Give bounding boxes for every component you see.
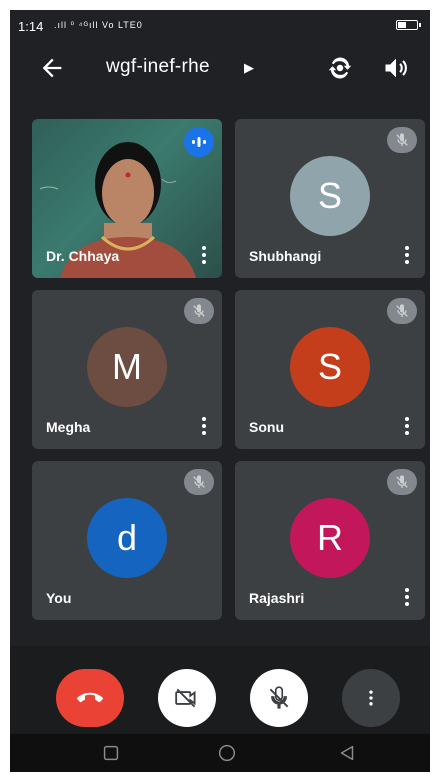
meeting-code[interactable]: wgf-inef-rhe bbox=[106, 56, 210, 78]
participant-name: Dr. Chhaya bbox=[46, 248, 120, 264]
caret-right-icon[interactable]: ▶ bbox=[244, 60, 254, 76]
back-icon[interactable] bbox=[336, 742, 358, 764]
more-options-button[interactable] bbox=[342, 669, 400, 727]
participant-more-options-icon[interactable] bbox=[403, 417, 411, 437]
participant-tile[interactable]: R Rajashri bbox=[235, 461, 425, 620]
mic-muted-icon bbox=[184, 469, 214, 495]
participant-more-options-icon[interactable] bbox=[200, 417, 208, 437]
participant-more-options-icon[interactable] bbox=[403, 246, 411, 266]
participant-tile[interactable]: S Shubhangi bbox=[235, 119, 425, 278]
battery-icon bbox=[396, 20, 421, 30]
avatar: M bbox=[87, 327, 167, 407]
participant-more-options-icon[interactable] bbox=[200, 246, 208, 266]
home-icon[interactable] bbox=[216, 742, 238, 764]
end-call-button[interactable] bbox=[56, 669, 124, 727]
camera-toggle-button[interactable] bbox=[158, 669, 216, 727]
avatar: S bbox=[290, 156, 370, 236]
avatar: d bbox=[87, 498, 167, 578]
participant-name: You bbox=[46, 590, 72, 606]
avatar: R bbox=[290, 498, 370, 578]
status-time: 1:14 bbox=[18, 19, 44, 34]
participant-name: Shubhangi bbox=[249, 248, 322, 264]
mic-off-icon bbox=[269, 686, 289, 709]
participant-more-options-icon[interactable] bbox=[403, 588, 411, 608]
more-options-icon bbox=[369, 690, 373, 706]
recent-apps-icon[interactable] bbox=[100, 742, 122, 764]
participant-tile[interactable]: Dr. Chhaya bbox=[32, 119, 222, 278]
back-arrow-icon[interactable] bbox=[38, 54, 66, 82]
participant-name: Megha bbox=[46, 419, 91, 435]
call-controls bbox=[10, 646, 430, 734]
participant-tile[interactable]: S Sonu bbox=[235, 290, 425, 449]
speaking-indicator-icon bbox=[184, 127, 214, 157]
meeting-header: wgf-inef-rhe ▶ bbox=[10, 48, 430, 88]
system-nav-bar bbox=[10, 734, 430, 772]
mic-muted-icon bbox=[387, 127, 417, 153]
camera-off-icon bbox=[175, 688, 196, 708]
mic-muted-icon bbox=[387, 469, 417, 495]
mic-muted-icon bbox=[387, 298, 417, 324]
participant-tile[interactable]: d You bbox=[32, 461, 222, 620]
avatar: S bbox=[290, 327, 370, 407]
end-call-icon bbox=[77, 692, 103, 703]
participant-name: Sonu bbox=[249, 419, 284, 435]
status-bar: 1:14 .ıll ⁰ ⁴ᴳıll Vo LTE0 bbox=[10, 10, 430, 36]
participant-name: Rajashri bbox=[249, 590, 305, 606]
signal-indicator: .ıll ⁰ ⁴ᴳıll Vo LTE0 bbox=[54, 20, 143, 30]
participant-tile[interactable]: M Megha bbox=[32, 290, 222, 449]
phone-screen: 1:14 .ıll ⁰ ⁴ᴳıll Vo LTE0 wgf-inef-rhe ▶ bbox=[10, 10, 430, 772]
mic-muted-icon bbox=[184, 298, 214, 324]
switch-camera-icon[interactable] bbox=[325, 53, 355, 83]
speaker-icon[interactable] bbox=[382, 54, 410, 82]
mic-toggle-button[interactable] bbox=[250, 669, 308, 727]
